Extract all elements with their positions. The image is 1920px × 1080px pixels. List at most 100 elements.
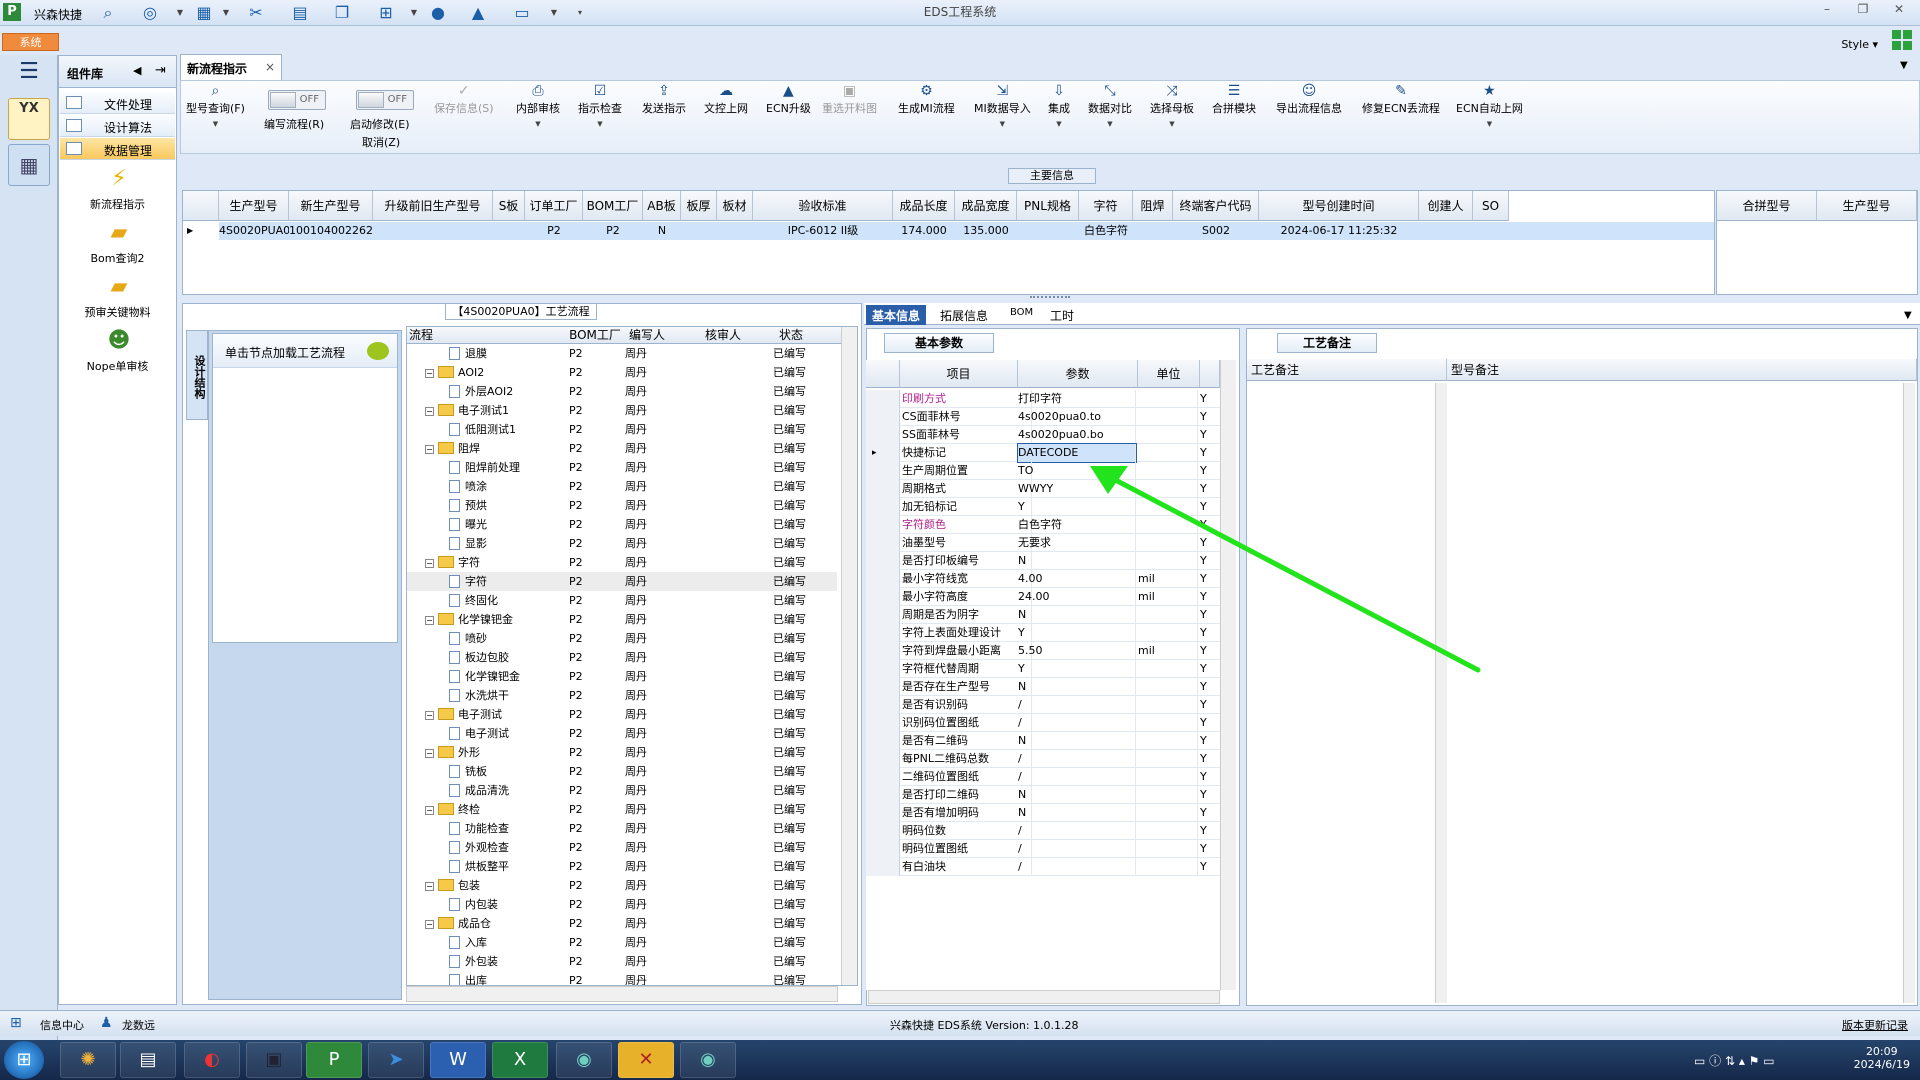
- select-mother-board-button[interactable]: ⤨ 选择母板 ▼: [1150, 82, 1194, 148]
- col-header[interactable]: 生产型号: [1817, 191, 1917, 221]
- grid-cell[interactable]: 2024-06-17 11:25:32: [1259, 222, 1419, 240]
- tree-row[interactable]: − 字符 P2 周丹 已编写: [407, 553, 837, 572]
- col-header[interactable]: 订单工厂: [525, 191, 583, 221]
- grid-cell[interactable]: [717, 222, 753, 240]
- reselect-cutting-chart-button[interactable]: ▣ 重选开料图: [822, 82, 877, 148]
- menu-icon[interactable]: ☰: [14, 61, 44, 84]
- tree-row[interactable]: 入库 P2 周丹 已编写: [407, 933, 837, 952]
- col-header[interactable]: 升级前旧生产型号: [373, 191, 493, 221]
- eds-app-icon[interactable]: P: [306, 1042, 362, 1078]
- col-header[interactable]: S板: [493, 191, 525, 221]
- style-menu[interactable]: Style ▾: [1841, 38, 1878, 51]
- tree-vertical-scrollbar[interactable]: [841, 327, 857, 985]
- grid-cell[interactable]: N: [643, 222, 681, 240]
- col-header[interactable]: 编写人: [623, 327, 699, 344]
- param-row[interactable]: 二维码位置图纸 / Y: [866, 768, 1236, 786]
- collapse-icon[interactable]: −: [425, 369, 434, 378]
- merge-module-button[interactable]: ☰ 合拼模块: [1212, 82, 1256, 148]
- edit-flow-toggle[interactable]: OFF: [268, 90, 326, 110]
- integrate-button[interactable]: ⇩ 集成 ▼: [1048, 82, 1070, 148]
- basic-params-title[interactable]: 基本参数: [884, 333, 994, 353]
- word-app-icon[interactable]: W: [430, 1042, 486, 1078]
- mi-data-import-button[interactable]: ⇲ MI数据导入 ▼: [974, 82, 1031, 148]
- collapse-icon[interactable]: −: [425, 882, 434, 891]
- col-header[interactable]: 项目: [900, 360, 1018, 388]
- col-header[interactable]: 工艺备注: [1247, 359, 1447, 381]
- param-row[interactable]: 是否有识别码 / Y: [866, 696, 1236, 714]
- tree-row[interactable]: 烘板整平 P2 周丹 已编写: [407, 857, 837, 876]
- grid-cell[interactable]: [1473, 222, 1509, 240]
- send-indication-button[interactable]: ⇪ 发送指示: [642, 82, 686, 148]
- doc-control-online-button[interactable]: ☁ 文控上网: [704, 82, 748, 148]
- close-icon[interactable]: ×: [265, 60, 275, 74]
- col-header[interactable]: 成品宽度: [955, 191, 1017, 221]
- col-header[interactable]: 参数: [1018, 360, 1138, 388]
- notepad-app-icon[interactable]: ▤: [120, 1042, 176, 1078]
- collapse-icon[interactable]: −: [425, 806, 434, 815]
- tree-horizontal-scrollbar[interactable]: [406, 986, 838, 1002]
- restore-icon[interactable]: ❐: [1852, 2, 1874, 20]
- ecn-upgrade-button[interactable]: ▲ ECN升级: [766, 82, 811, 148]
- update-log-link[interactable]: 版本更新记录: [1842, 1017, 1908, 1033]
- cursor-app-icon[interactable]: ➤: [368, 1042, 424, 1078]
- param-row[interactable]: 明码位置图纸 / Y: [866, 840, 1236, 858]
- tree-row[interactable]: − 成品仓 P2 周丹 已编写: [407, 914, 837, 933]
- collapse-icon[interactable]: −: [425, 711, 434, 720]
- grid-cell[interactable]: [681, 222, 717, 240]
- clock[interactable]: 20:09 2024/6/19: [1854, 1045, 1910, 1071]
- grid-cell[interactable]: 135.000: [955, 222, 1017, 240]
- data-compare-button[interactable]: ⤡ 数据对比 ▼: [1088, 82, 1132, 148]
- start-button[interactable]: ⊞: [4, 1041, 44, 1079]
- param-value[interactable]: /: [1018, 750, 1136, 768]
- param-value[interactable]: 4s0020pua0.to: [1018, 408, 1136, 426]
- tree-row[interactable]: 外包装 P2 周丹 已编写: [407, 952, 837, 971]
- tree-row[interactable]: − AOI2 P2 周丹 已编写: [407, 363, 837, 382]
- tab-basic-info[interactable]: 基本信息: [866, 305, 927, 325]
- tab-work-hours[interactable]: 工时: [1044, 305, 1080, 325]
- tree-row[interactable]: − 电子测试1 P2 周丹 已编写: [407, 401, 837, 420]
- tree-row[interactable]: 功能检查 P2 周丹 已编写: [407, 819, 837, 838]
- x-app-icon[interactable]: ✕: [618, 1042, 674, 1078]
- col-header[interactable]: 单位: [1138, 360, 1200, 388]
- col-header[interactable]: 状态: [771, 327, 841, 344]
- col-header[interactable]: 创建人: [1419, 191, 1473, 221]
- tool-new-flow-indication[interactable]: ⚡ 新流程指示: [60, 166, 175, 218]
- red-app-icon[interactable]: ◐: [184, 1042, 240, 1078]
- start-modify-toggle[interactable]: OFF: [356, 90, 414, 110]
- ecn-auto-online-button[interactable]: ★ ECN自动上网 ▼: [1456, 82, 1523, 148]
- grid-cell[interactable]: 白色字符: [1079, 222, 1133, 240]
- chevron-down-icon[interactable]: ▼: [1900, 60, 1908, 71]
- grid-cell[interactable]: 10010400226281: [289, 222, 387, 240]
- tree-row[interactable]: − 终检 P2 周丹 已编写: [407, 800, 837, 819]
- grid-cell[interactable]: [493, 222, 525, 240]
- tree-row[interactable]: 字符 P2 周丹 已编写: [407, 572, 837, 591]
- col-header[interactable]: 流程: [407, 327, 567, 344]
- tree-row[interactable]: − 化学镍钯金 P2 周丹 已编写: [407, 610, 837, 629]
- col-header[interactable]: SO: [1473, 191, 1509, 221]
- param-row[interactable]: 每PNL二维码总数 / Y: [866, 750, 1236, 768]
- notes-title[interactable]: 工艺备注: [1277, 333, 1377, 353]
- collapse-icon[interactable]: −: [425, 749, 434, 758]
- collapse-icon[interactable]: −: [425, 559, 434, 568]
- tree-row[interactable]: 外观检查 P2 周丹 已编写: [407, 838, 837, 857]
- save-info-button[interactable]: ✓ 保存信息(S): [434, 82, 494, 148]
- tree-row[interactable]: 喷砂 P2 周丹 已编写: [407, 629, 837, 648]
- param-value[interactable]: /: [1018, 858, 1136, 876]
- grid-cell[interactable]: [1419, 222, 1473, 240]
- pin-icon[interactable]: ⇥: [155, 63, 166, 78]
- col-header[interactable]: [1200, 360, 1220, 388]
- floppy-app-icon[interactable]: ▣: [246, 1042, 302, 1078]
- param-row[interactable]: 识别码位置图纸 / Y: [866, 714, 1236, 732]
- indication-check-button[interactable]: ☑ 指示检查 ▼: [578, 82, 622, 148]
- grid-cell[interactable]: 4S0020PUA0: [219, 222, 290, 240]
- tree-row[interactable]: 终固化 P2 周丹 已编写: [407, 591, 837, 610]
- tree-row[interactable]: 阻焊前处理 P2 周丹 已编写: [407, 458, 837, 477]
- tree-row[interactable]: 成品清洗 P2 周丹 已编写: [407, 781, 837, 800]
- col-header[interactable]: 核审人: [699, 327, 771, 344]
- tree-row[interactable]: 低阻测试1 P2 周丹 已编写: [407, 420, 837, 439]
- col-header[interactable]: AB板: [643, 191, 681, 221]
- splitter-handle[interactable]: [1030, 296, 1070, 302]
- tree-row[interactable]: 喷涂 P2 周丹 已编写: [407, 477, 837, 496]
- collapse-icon[interactable]: −: [425, 920, 434, 929]
- col-header[interactable]: 生产型号: [219, 191, 289, 221]
